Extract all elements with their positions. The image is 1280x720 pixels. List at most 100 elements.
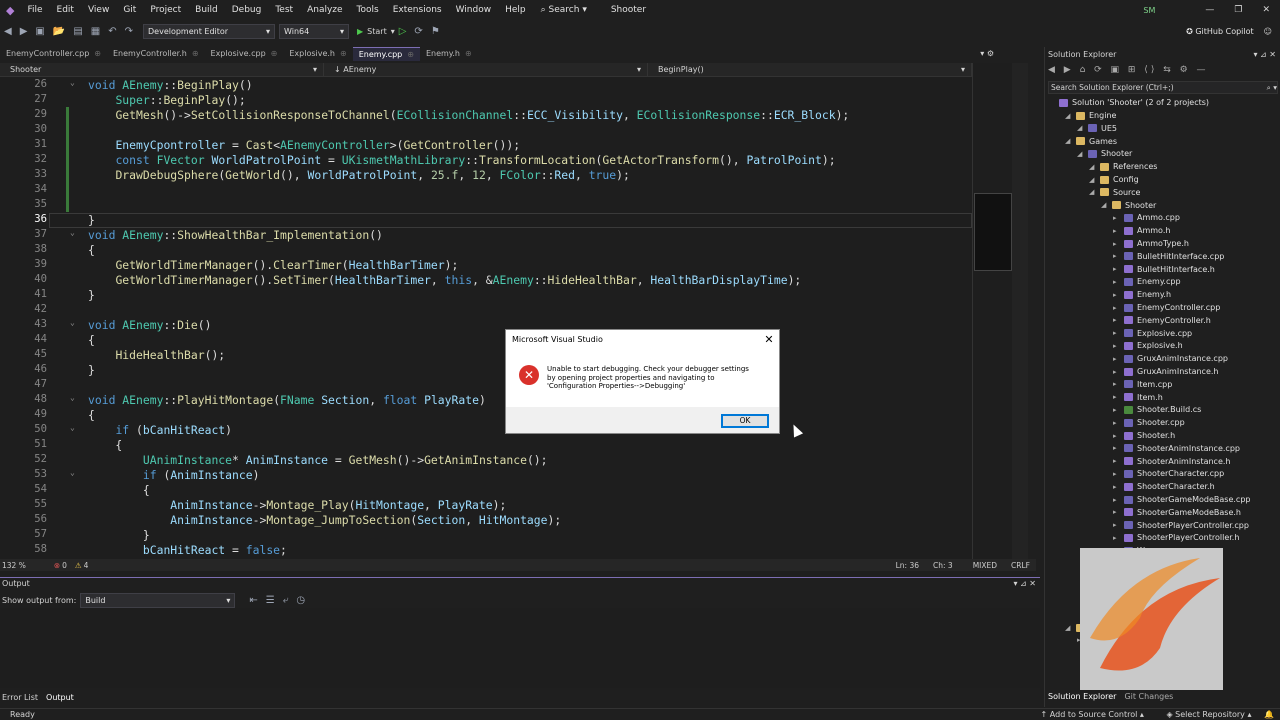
- code-line[interactable]: 46}: [0, 363, 972, 378]
- project-dropdown[interactable]: Shooter ▾: [0, 63, 324, 76]
- code-line[interactable]: 27 Super::BeginPlay();: [0, 93, 972, 108]
- solution-item[interactable]: ▸ BulletHitInterface.h: [1113, 263, 1215, 276]
- solution-item[interactable]: ▸ Ammo.h: [1113, 224, 1170, 237]
- dialog-close-icon[interactable]: ✕: [759, 330, 779, 349]
- expand-icon[interactable]: ▸: [1113, 278, 1120, 286]
- code-line[interactable]: 39 GetWorldTimerManager().ClearTimer(Hea…: [0, 258, 972, 273]
- solution-item[interactable]: ▸ Shooter.h: [1113, 429, 1175, 442]
- solution-search-input[interactable]: Search Solution Explorer (Ctrl+;) ⌕ ▾: [1048, 81, 1278, 94]
- code-line[interactable]: 52 UAnimInstance* AnimInstance = GetMesh…: [0, 453, 972, 468]
- expand-icon[interactable]: ▸: [1113, 329, 1120, 337]
- bottom-tab-error-list[interactable]: Error List: [2, 693, 38, 702]
- code-line[interactable]: 51 {: [0, 438, 972, 453]
- user-avatar[interactable]: SM: [1143, 6, 1195, 15]
- solution-item[interactable]: ▸ Item.cpp: [1113, 378, 1172, 391]
- code-line[interactable]: 56 AnimInstance->Montage_JumpToSection(S…: [0, 513, 972, 528]
- pin-icon[interactable]: ⊕: [192, 47, 199, 61]
- solution-item[interactable]: ▸ ShooterPlayerController.h: [1113, 531, 1239, 544]
- config-dropdown[interactable]: Development Editor ▾: [143, 23, 275, 39]
- fold-icon[interactable]: ⌄: [70, 228, 75, 237]
- expand-icon[interactable]: ▸: [1113, 304, 1120, 312]
- code-line[interactable]: 42: [0, 303, 972, 318]
- solution-item[interactable]: ◢ UE5: [1077, 122, 1117, 135]
- code-line[interactable]: 37 ⌄ void AEnemy::ShowHealthBar_Implementa…: [0, 228, 972, 243]
- fold-icon[interactable]: ⌄: [70, 423, 75, 432]
- hot-reload-icon[interactable]: ⟳: [410, 26, 426, 37]
- fold-icon[interactable]: ⌄: [70, 318, 75, 327]
- menu-item-file[interactable]: File: [20, 0, 49, 20]
- code-line[interactable]: 43 ⌄ void AEnemy::Die(): [0, 318, 972, 333]
- solution-item[interactable]: ▸ ShooterGameModeBase.h: [1113, 506, 1241, 519]
- fold-icon[interactable]: ⌄: [70, 393, 75, 402]
- output-source-dropdown[interactable]: Build ▾: [80, 592, 236, 608]
- menu-item-view[interactable]: View: [81, 0, 116, 20]
- pin-icon[interactable]: ⊕: [94, 47, 101, 61]
- solution-item[interactable]: ▸ Explosive.cpp: [1113, 327, 1192, 340]
- expand-icon[interactable]: ▸: [1113, 355, 1120, 363]
- tab-enemy-cpp[interactable]: Enemy.cpp ⊕: [352, 47, 420, 61]
- pin-icon[interactable]: ⊕: [407, 48, 414, 61]
- code-line[interactable]: 35: [0, 198, 972, 213]
- expand-icon[interactable]: ◢: [1077, 150, 1084, 158]
- fold-icon[interactable]: ⌄: [70, 468, 75, 477]
- se-tab-solution-explorer[interactable]: Solution Explorer: [1048, 692, 1116, 701]
- expand-icon[interactable]: ▸: [1113, 380, 1120, 388]
- expand-icon[interactable]: ◢: [1065, 137, 1072, 145]
- solution-root[interactable]: Solution 'Shooter' (2 of 2 projects): [1059, 96, 1209, 109]
- expand-icon[interactable]: ▸: [1113, 393, 1120, 401]
- expand-icon[interactable]: ▸: [1113, 457, 1120, 465]
- add-source-control[interactable]: ↑ Add to Source Control ▴: [1041, 710, 1164, 719]
- expand-icon[interactable]: ▸: [1113, 342, 1120, 350]
- solution-item[interactable]: ▸ EnemyController.h: [1113, 314, 1211, 327]
- menu-item-debug[interactable]: Debug: [225, 0, 269, 20]
- open-icon[interactable]: 📂: [49, 26, 69, 37]
- code-line[interactable]: 54 {: [0, 483, 972, 498]
- code-line[interactable]: 45 HideHealthBar();: [0, 348, 972, 363]
- redo-icon[interactable]: ↷: [121, 26, 137, 37]
- expand-icon[interactable]: ◢: [1089, 176, 1096, 184]
- tab-explosive-cpp[interactable]: Explosive.cpp ⊕: [205, 47, 284, 61]
- solution-item[interactable]: ▸ Item.h: [1113, 391, 1163, 404]
- solution-item[interactable]: ◢ Shooter: [1077, 147, 1132, 160]
- code-line[interactable]: 26 ⌄ void AEnemy::BeginPlay(): [0, 78, 972, 93]
- expand-icon[interactable]: ▸: [1113, 265, 1120, 273]
- copilot-button[interactable]: ✪ GitHub Copilot: [1186, 27, 1264, 36]
- expand-icon[interactable]: ▸: [1113, 534, 1120, 542]
- platform-dropdown[interactable]: Win64 ▾: [279, 23, 349, 39]
- search-menu[interactable]: ⌕ Search ▾: [533, 5, 595, 15]
- expand-icon[interactable]: ▸: [1113, 432, 1120, 440]
- notifications-icon[interactable]: 🔔: [1264, 710, 1280, 719]
- solution-item[interactable]: ▸ ShooterGameModeBase.cpp: [1113, 493, 1250, 506]
- tab-enemycontroller-h[interactable]: EnemyController.h ⊕: [107, 47, 205, 61]
- nav-back-icon[interactable]: ◀: [0, 26, 16, 37]
- error-count[interactable]: 0: [60, 561, 75, 570]
- code-line[interactable]: 30: [0, 123, 972, 138]
- solution-item[interactable]: ▸ ShooterCharacter.cpp: [1113, 467, 1224, 480]
- solution-item[interactable]: ▸ ShooterAnimInstance.h: [1113, 455, 1230, 468]
- menu-item-edit[interactable]: Edit: [50, 0, 81, 20]
- find-message-icon[interactable]: ⇤: [245, 595, 261, 606]
- select-repository[interactable]: ◈ Select Repository ▴: [1166, 710, 1261, 719]
- undo-icon[interactable]: ↶: [104, 26, 120, 37]
- solution-item[interactable]: ▸ Explosive.h: [1113, 339, 1183, 352]
- member-dropdown[interactable]: BeginPlay() ▾: [648, 63, 972, 76]
- code-line[interactable]: 58 bCanHitReact = false;: [0, 543, 972, 558]
- solution-item[interactable]: ▸ Shooter.cpp: [1113, 416, 1185, 429]
- code-line[interactable]: 34: [0, 183, 972, 198]
- solution-item[interactable]: ◢ Config: [1089, 173, 1139, 186]
- nav-forward-icon[interactable]: ▶: [16, 26, 32, 37]
- minimize-icon[interactable]: —: [1195, 5, 1224, 15]
- code-line[interactable]: 40 GetWorldTimerManager().SetTimer(Healt…: [0, 273, 972, 288]
- menu-item-build[interactable]: Build: [188, 0, 225, 20]
- code-line[interactable]: 36}: [0, 213, 972, 228]
- solution-item[interactable]: ▸ EnemyController.cpp: [1113, 301, 1220, 314]
- zoom-level[interactable]: 132 %: [0, 561, 34, 570]
- expand-icon[interactable]: ◢: [1089, 163, 1096, 171]
- expand-icon[interactable]: ◢: [1101, 201, 1108, 209]
- output-close-icon[interactable]: ✕: [1029, 579, 1036, 588]
- expand-icon[interactable]: ▸: [1113, 214, 1120, 222]
- pin-icon[interactable]: ⊕: [340, 47, 347, 61]
- code-line[interactable]: 53 ⌄ if (AnimInstance): [0, 468, 972, 483]
- solution-item[interactable]: ▸ Shooter.Build.cs: [1113, 403, 1201, 416]
- menu-item-analyze[interactable]: Analyze: [300, 0, 349, 20]
